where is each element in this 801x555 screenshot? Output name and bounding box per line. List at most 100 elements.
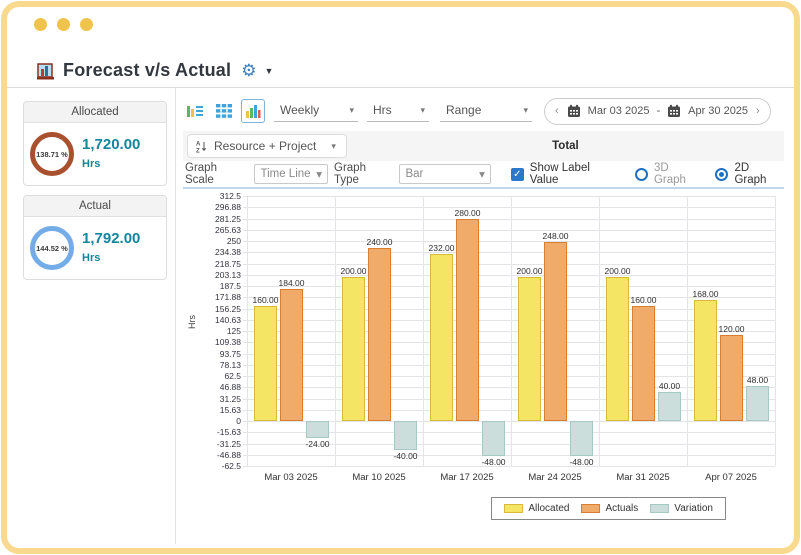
bar-value-label: -48.00	[569, 456, 594, 467]
gridline	[687, 196, 688, 466]
range-select[interactable]: Range ▾	[440, 100, 532, 122]
allocated-bar	[342, 277, 365, 421]
actual-percent: 144.52 %	[36, 243, 68, 253]
titlebar: Forecast v/s Actual ⚙ ▼	[7, 7, 794, 87]
y-tick-label: 281.25	[215, 213, 241, 224]
gridline	[335, 196, 336, 466]
actuals-bar	[632, 305, 655, 421]
chart-legend: Allocated Actuals Variation	[491, 497, 726, 520]
y-tick-label: 0	[236, 416, 241, 426]
gridline	[511, 196, 512, 466]
y-tick-label: 31.25	[219, 393, 241, 404]
chart-report-icon	[37, 62, 54, 79]
window-dot[interactable]	[80, 18, 93, 31]
variation-bar	[482, 421, 505, 456]
summary-sidebar: Allocated 138.71 % 1,720.00 Hrs Actual 1…	[7, 88, 176, 544]
resource-project-label: Resource + Project	[214, 139, 317, 153]
legend-item: Actuals	[581, 503, 638, 514]
show-label-value-checkbox[interactable]: ✓	[510, 167, 524, 181]
y-tick-label: -31.25	[216, 438, 241, 449]
y-tick-label: 78.13	[219, 359, 241, 370]
chevron-down-icon[interactable]: ▼	[264, 66, 273, 76]
allocated-bar	[518, 277, 541, 421]
date-range-picker: ‹ Mar 03 2025 - Apr 30 2025 ›	[544, 97, 771, 125]
toolbar: Weekly ▾ Hrs ▾ Range ▾ ‹ Mar 03 2025 - A…	[183, 96, 784, 126]
start-date[interactable]: Mar 03 2025	[588, 105, 650, 117]
x-axis-label: Mar 03 2025	[264, 472, 318, 483]
gridline	[423, 196, 424, 466]
calendar-icon	[567, 104, 580, 117]
legend-item: Variation	[650, 503, 713, 514]
variation-bar	[658, 392, 681, 421]
bar-value-label: 184.00	[278, 277, 305, 288]
y-tick-label: 171.88	[215, 292, 241, 303]
unit-select-value: Hrs	[373, 103, 392, 117]
period-select-value: Weekly	[280, 103, 320, 117]
y-tick-label: 140.63	[215, 314, 241, 325]
y-tick-label: 156.25	[215, 303, 241, 314]
3d-graph-label: 3D Graph	[653, 162, 686, 186]
plot-area: 160.00 200.00 232.00 200.00 200.00 168.00 184.…	[243, 196, 776, 467]
bar-value-label: 280.00	[454, 208, 481, 219]
range-select-value: Range	[446, 103, 482, 117]
actuals-bar	[456, 219, 479, 421]
actual-unit: Hrs	[82, 252, 101, 264]
show-label-value-label: Show Label Value	[529, 162, 590, 186]
period-select[interactable]: Weekly ▾	[274, 100, 358, 122]
allocated-percent: 138.71 %	[36, 149, 68, 159]
graph-scale-select[interactable]: Time Line ▾	[254, 164, 329, 184]
grid-view-icon[interactable]	[212, 99, 236, 123]
gridline	[243, 263, 775, 265]
chevron-down-icon: ▾	[331, 140, 336, 151]
bar-value-label: 240.00	[366, 237, 393, 248]
total-column-header: Total	[552, 140, 579, 152]
3d-graph-radio[interactable]	[634, 167, 648, 181]
graph-scale-label: Graph Scale	[185, 162, 217, 186]
2d-graph-radio[interactable]	[715, 167, 729, 181]
bar-value-label: 120.00	[718, 323, 745, 334]
resource-project-dropdown[interactable]: A Z Resource + Project ▾	[187, 134, 347, 158]
variation-bar	[306, 421, 329, 439]
allocated-percent-gauge: 138.71 %	[30, 132, 74, 176]
graph-type-value: Bar	[405, 168, 424, 180]
graph-scale-value: Time Line	[260, 168, 311, 180]
date-separator: -	[656, 105, 661, 117]
x-axis-label: Mar 10 2025	[352, 472, 406, 483]
page-title: Forecast v/s Actual	[63, 60, 232, 80]
y-tick-label: 15.63	[219, 404, 241, 415]
y-tick-label: 203.13	[215, 269, 241, 280]
gridline	[243, 286, 775, 287]
x-axis-label: Mar 31 2025	[616, 472, 670, 483]
gridline	[775, 196, 776, 466]
bar-value-label: 48.00	[746, 375, 769, 386]
chart-list-view-icon[interactable]	[183, 99, 207, 123]
window-dot[interactable]	[57, 18, 70, 31]
gridline	[243, 229, 775, 231]
chevron-down-icon: ▾	[316, 169, 323, 181]
next-period-button[interactable]: ›	[755, 105, 761, 117]
x-axis-label: Apr 07 2025	[705, 472, 757, 483]
x-axis-label: Mar 17 2025	[440, 472, 494, 483]
2d-graph-label: 2D Graph	[734, 162, 767, 186]
variation-bar	[394, 421, 417, 450]
legend-label: Actuals	[605, 503, 639, 514]
actual-summary-card: Actual 144.52 % 1,792.00 Hrs	[23, 195, 167, 280]
actuals-bar	[280, 288, 303, 421]
svg-text:A: A	[196, 141, 201, 147]
gear-icon[interactable]: ⚙	[241, 62, 256, 79]
prev-period-button[interactable]: ‹	[554, 105, 560, 117]
actual-percent-gauge: 144.52 %	[30, 226, 74, 270]
end-date[interactable]: Apr 30 2025	[688, 105, 748, 117]
x-axis-label: Mar 24 2025	[528, 472, 582, 483]
chevron-down-icon: ▾	[349, 104, 354, 115]
graph-controls: Graph Scale Time Line ▾ Graph Type Bar ▾…	[183, 161, 784, 189]
legend-label: Variation	[674, 503, 713, 514]
y-tick-label: 62.5	[224, 371, 241, 381]
y-tick-label: -62.5	[221, 461, 241, 471]
bar-chart-view-icon[interactable]	[241, 99, 265, 123]
graph-type-select[interactable]: Bar ▾	[399, 164, 491, 184]
gridline	[247, 196, 248, 466]
chevron-down-icon: ▾	[420, 104, 425, 115]
unit-select[interactable]: Hrs ▾	[367, 100, 429, 122]
window-dot[interactable]	[34, 18, 47, 31]
